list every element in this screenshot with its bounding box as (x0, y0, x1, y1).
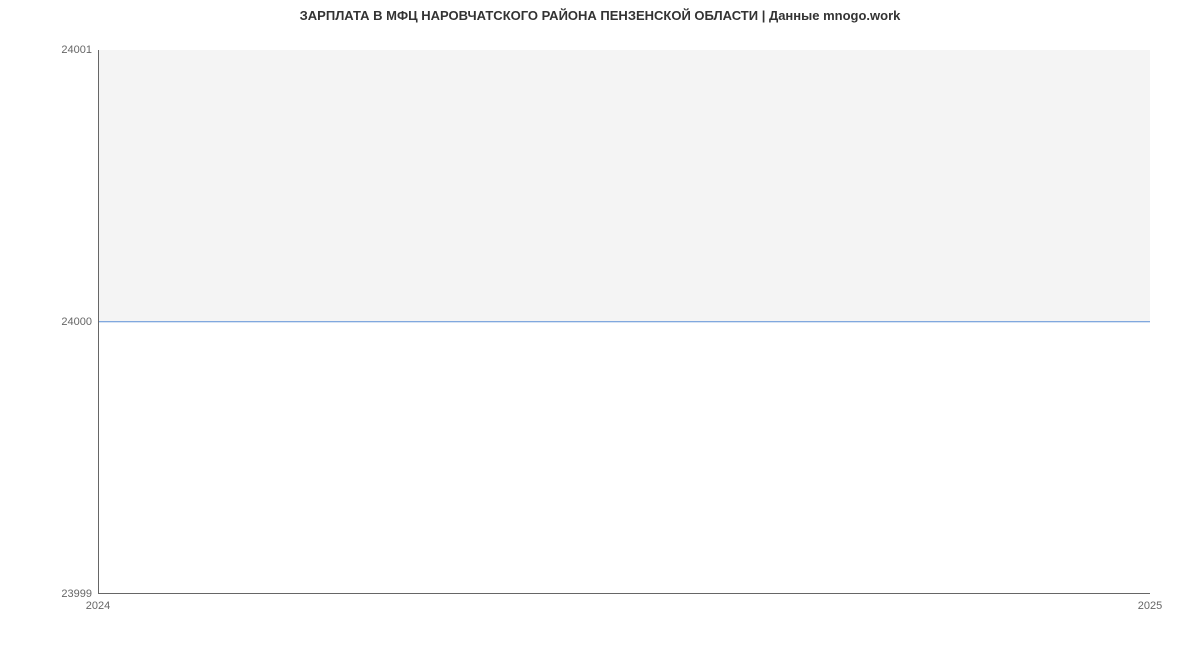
y-tick-label: 24001 (61, 44, 92, 56)
chart-title: ЗАРПЛАТА В МФЦ НАРОВЧАТСКОГО РАЙОНА ПЕНЗ… (0, 0, 1200, 23)
grid-band-upper (99, 50, 1150, 322)
x-tick-label: 2025 (1138, 600, 1162, 612)
chart-container: ЗАРПЛАТА В МФЦ НАРОВЧАТСКОГО РАЙОНА ПЕНЗ… (0, 0, 1200, 650)
plot-area (98, 50, 1150, 594)
data-line (99, 321, 1150, 323)
y-tick-label: 24000 (61, 316, 92, 328)
x-tick-label: 2024 (86, 600, 110, 612)
y-tick-label: 23999 (61, 588, 92, 600)
